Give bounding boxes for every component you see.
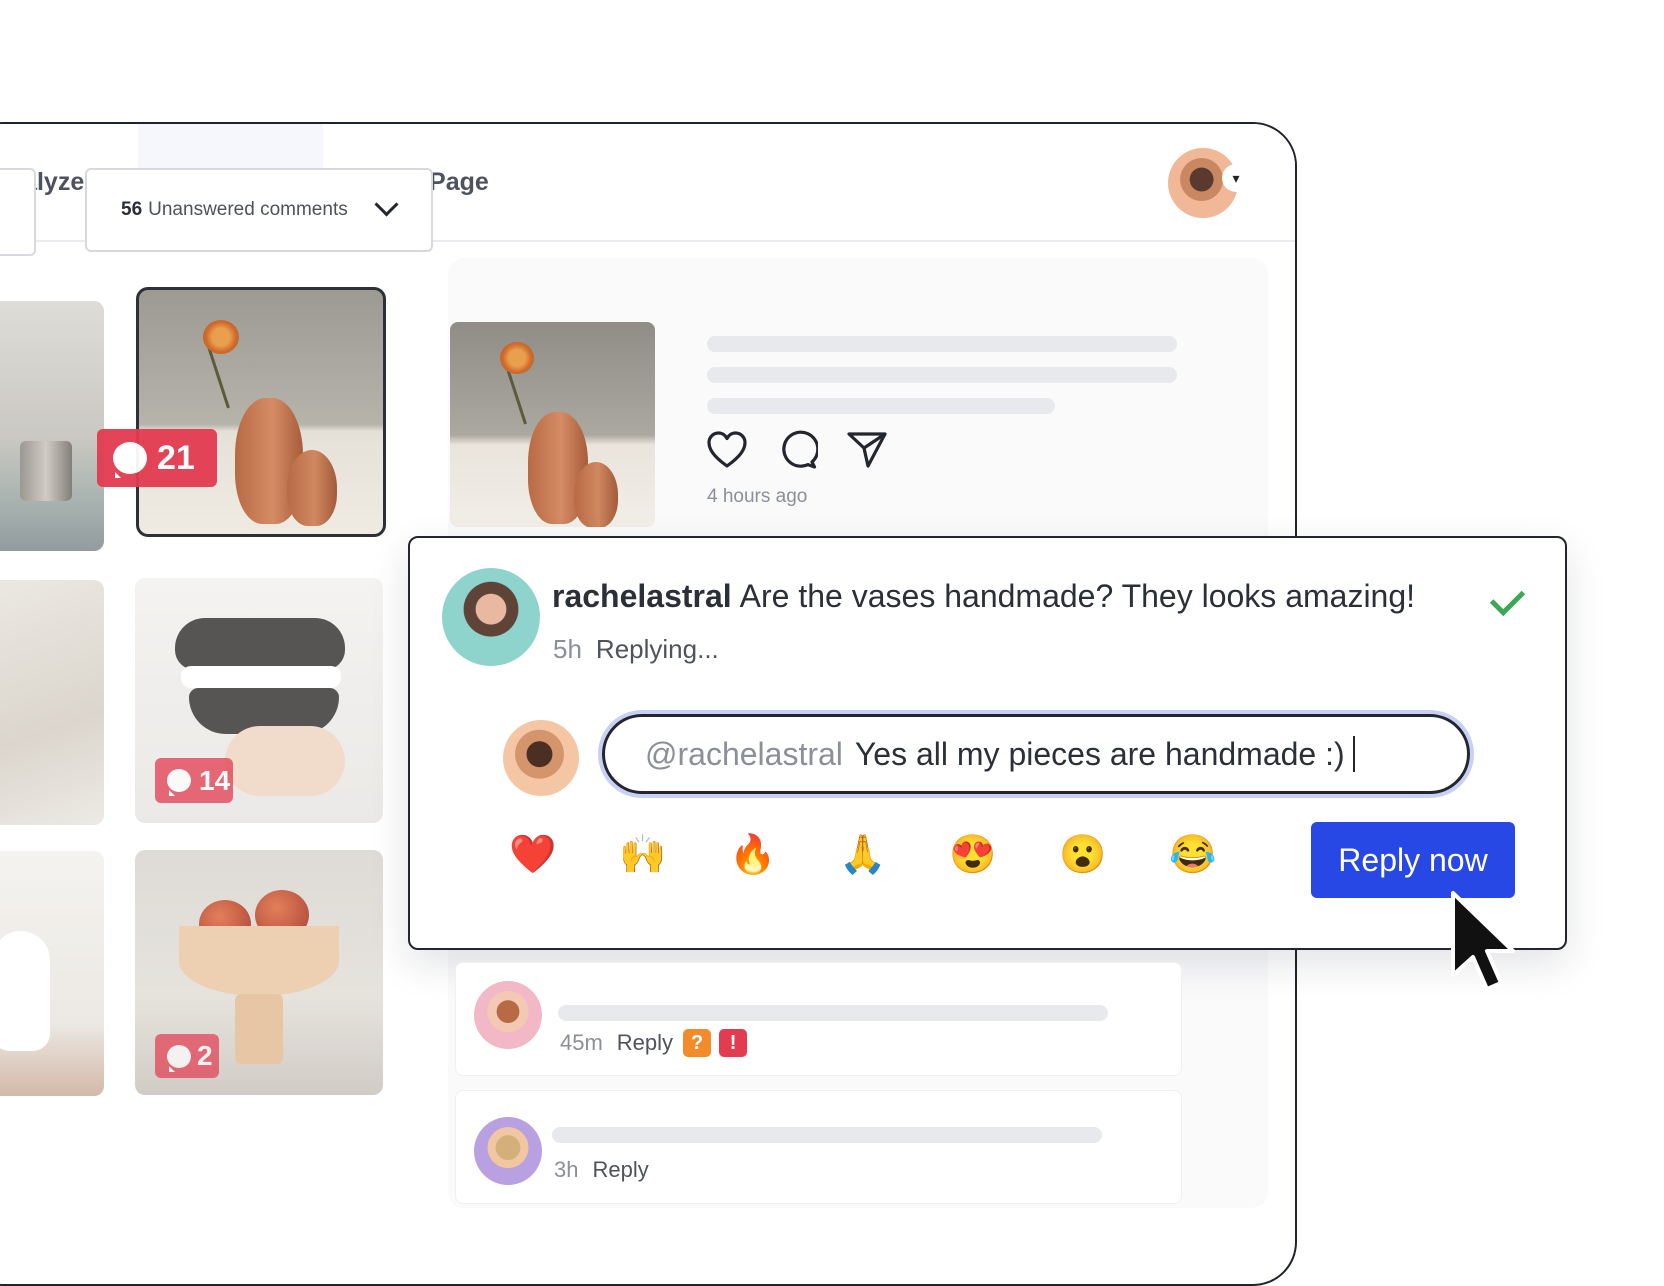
post-thumbnail[interactable] bbox=[0, 851, 104, 1096]
reply-status: Replying... bbox=[595, 634, 719, 664]
commenter-avatar bbox=[474, 1117, 542, 1185]
emoji-raised-hands[interactable]: 🙌 bbox=[618, 830, 668, 880]
post-image bbox=[450, 322, 655, 527]
post-thumbnail[interactable] bbox=[0, 580, 104, 825]
comment-placeholder bbox=[558, 1005, 1108, 1021]
comment-meta: 3h Reply bbox=[554, 1157, 649, 1183]
emoji-laughing[interactable]: 😂 bbox=[1168, 830, 1218, 880]
reply-text: Yes all my pieces are handmade :) bbox=[854, 735, 1345, 772]
comment-bubble-icon bbox=[167, 1044, 191, 1072]
post-thumbnail-selected[interactable] bbox=[136, 287, 386, 537]
reply-link[interactable]: Reply bbox=[592, 1157, 648, 1183]
comment-placeholder bbox=[552, 1127, 1102, 1143]
dropdown-label: Unanswered comments bbox=[148, 199, 348, 220]
comment-bubble-icon bbox=[167, 769, 191, 796]
caption-placeholder bbox=[707, 336, 1177, 352]
user-avatar bbox=[503, 720, 579, 796]
send-icon[interactable] bbox=[846, 430, 888, 470]
mouse-pointer-icon bbox=[1451, 891, 1515, 991]
caption-placeholder bbox=[707, 367, 1177, 383]
emoji-heart[interactable]: ❤️ bbox=[508, 830, 558, 880]
comment-item[interactable]: 45m Reply ? ! bbox=[455, 962, 1182, 1076]
text-caret bbox=[1352, 736, 1355, 772]
reply-mention: @rachelastral bbox=[645, 735, 843, 772]
reply-now-button[interactable]: Reply now bbox=[1311, 822, 1515, 898]
reply-link[interactable]: Reply bbox=[617, 1030, 673, 1056]
comment-body: Are the vases handmade? They looks amazi… bbox=[739, 578, 1416, 614]
comment-age: 3h bbox=[554, 1157, 579, 1182]
filter-button[interactable] bbox=[0, 168, 36, 256]
comment-reply-card: rachelastral Are the vases handmade? They… bbox=[408, 536, 1567, 950]
comment-meta: 5h Replying... bbox=[553, 634, 719, 665]
chevron-down-icon bbox=[374, 192, 399, 217]
emoji-fire[interactable]: 🔥 bbox=[728, 830, 778, 880]
comment-bubble-icon bbox=[113, 442, 147, 478]
comment-item[interactable]: 3h Reply bbox=[455, 1090, 1182, 1204]
commenter-avatar bbox=[474, 981, 542, 1049]
post-thumbnail[interactable] bbox=[0, 301, 104, 551]
comment-count-badge: 21 bbox=[97, 429, 217, 487]
comment-count-badge: 14 bbox=[155, 758, 233, 803]
unanswered-comments-dropdown[interactable]: 56 Unanswered comments bbox=[85, 168, 433, 252]
post-timestamp: 4 hours ago bbox=[707, 486, 808, 507]
question-tag: ? bbox=[683, 1029, 712, 1057]
emoji-folded-hands[interactable]: 🙏 bbox=[838, 830, 888, 880]
comment-text: rachelastral Are the vases handmade? They… bbox=[552, 578, 1415, 615]
commenter-username[interactable]: rachelastral bbox=[552, 578, 732, 614]
commenter-avatar bbox=[442, 568, 540, 666]
unanswered-count: 56 bbox=[121, 199, 143, 220]
reply-input[interactable]: @rachelastral Yes all my pieces are handm… bbox=[602, 714, 1470, 794]
comment-icon[interactable] bbox=[778, 430, 818, 470]
comment-age: 5h bbox=[553, 634, 582, 664]
comment-count-badge: 2 bbox=[155, 1034, 219, 1078]
caption-placeholder bbox=[707, 398, 1055, 414]
emoji-heart-eyes[interactable]: 😍 bbox=[948, 830, 998, 880]
urgent-tag: ! bbox=[719, 1029, 748, 1057]
caret-down-icon[interactable]: ▾ bbox=[1222, 164, 1250, 192]
emoji-surprised[interactable]: 😮 bbox=[1058, 830, 1108, 880]
comment-meta: 45m Reply ? ! bbox=[560, 1029, 748, 1057]
comment-age: 45m bbox=[560, 1030, 603, 1055]
heart-icon[interactable] bbox=[706, 430, 748, 470]
check-icon bbox=[1489, 580, 1526, 617]
